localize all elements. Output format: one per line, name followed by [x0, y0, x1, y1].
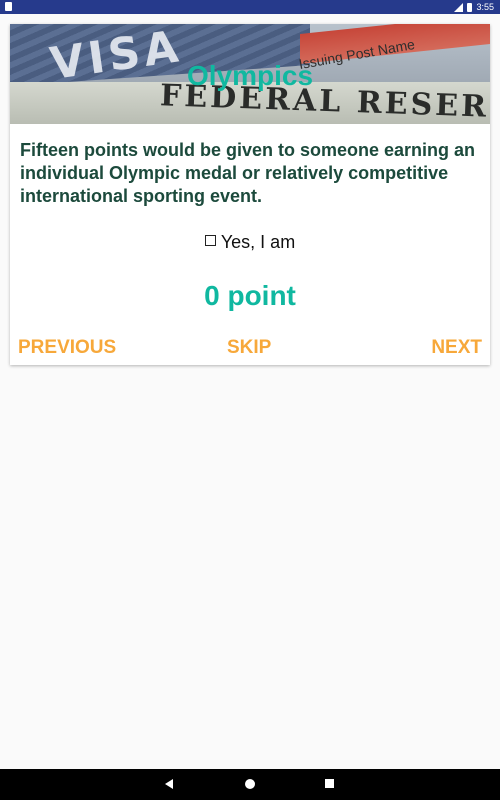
- signal-icon: [454, 2, 464, 12]
- skip-button[interactable]: SKIP: [227, 337, 271, 359]
- notification-icon: [5, 2, 12, 11]
- score-text: 0 point: [204, 280, 296, 311]
- status-time: 3:55: [476, 2, 494, 12]
- battery-icon: [467, 2, 473, 12]
- checkbox-icon[interactable]: [204, 235, 216, 246]
- system-nav-bar: [0, 769, 500, 800]
- checkbox-label: Yes, I am: [220, 232, 296, 252]
- previous-button[interactable]: PREVIOUS: [18, 337, 116, 359]
- status-right-group: 3:55: [454, 0, 494, 14]
- yes-checkbox[interactable]: Yes, I am: [10, 232, 490, 253]
- recent-apps-icon[interactable]: [325, 779, 334, 788]
- question-text: Fifteen points would be given to someone…: [20, 140, 476, 206]
- status-bar: 3:55: [0, 0, 500, 14]
- header-image: VISA Issuing Post Name FEDERAL RESER Oly…: [10, 24, 490, 124]
- next-button[interactable]: NEXT: [431, 337, 482, 359]
- home-icon[interactable]: [245, 779, 255, 789]
- back-icon[interactable]: [165, 779, 173, 789]
- page-title: Olympics: [186, 60, 314, 91]
- question-card: VISA Issuing Post Name FEDERAL RESER Oly…: [10, 24, 490, 365]
